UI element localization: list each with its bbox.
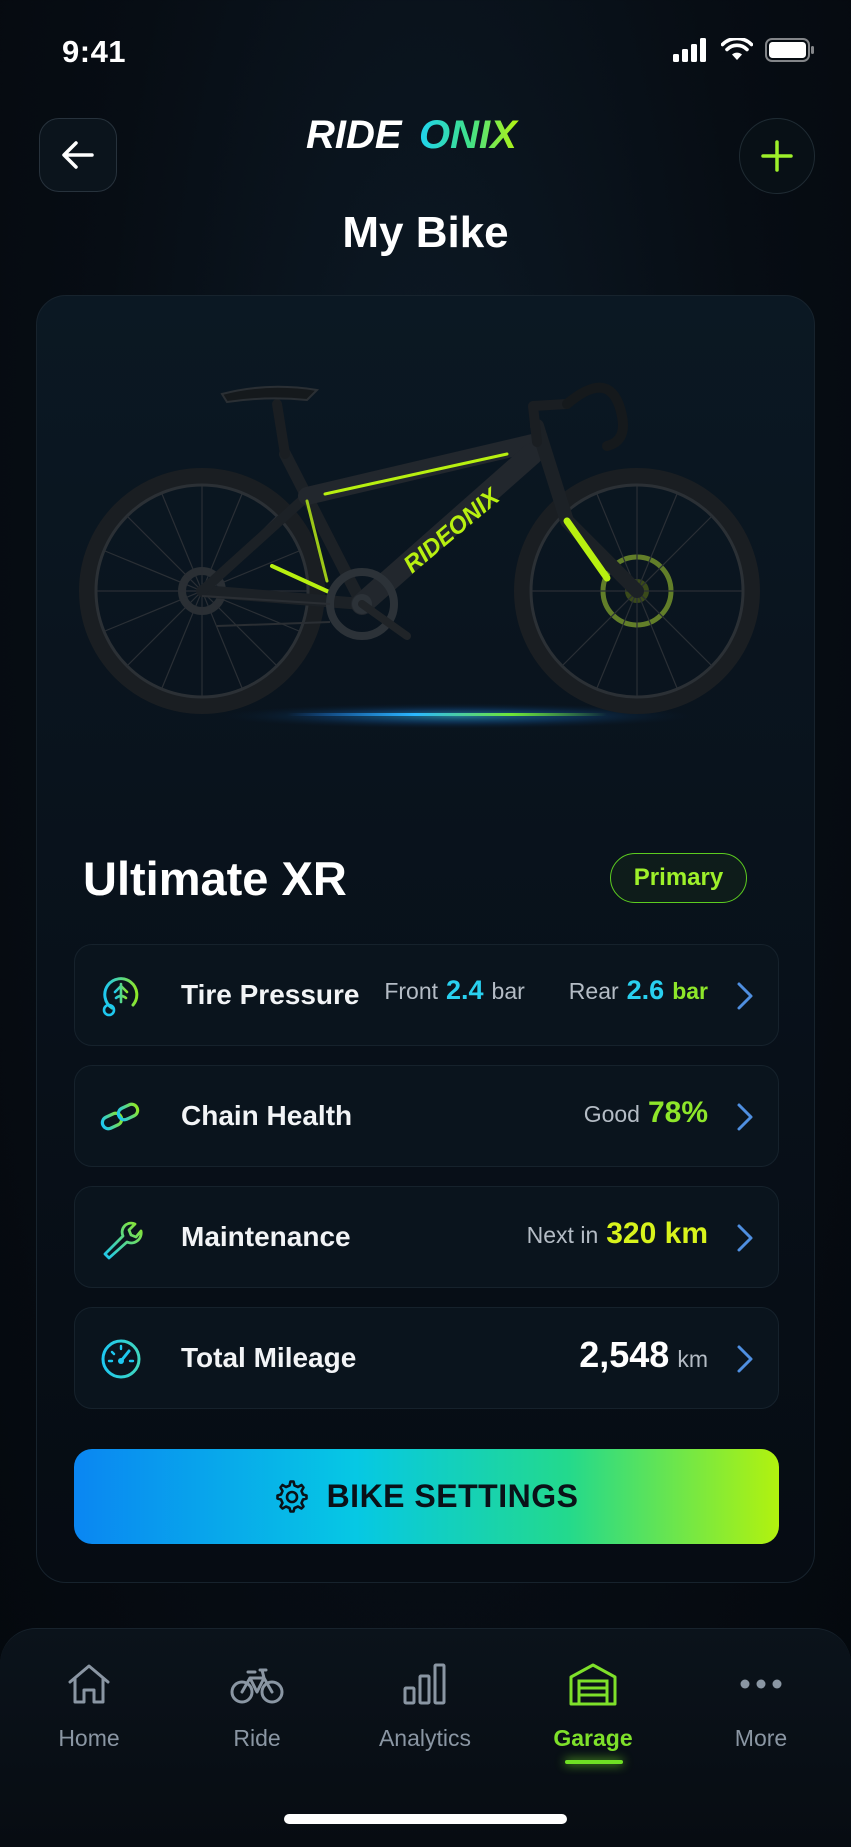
maintenance-values: Next in 320 km <box>527 1217 708 1251</box>
front-label: Front <box>384 978 438 1004</box>
tab-home[interactable]: Home <box>19 1659 159 1752</box>
chain-health-row[interactable]: Chain Health Good 78% <box>74 1065 779 1167</box>
primary-badge: Primary <box>610 853 747 903</box>
maintenance-label: Maintenance <box>181 1221 351 1252</box>
more-dots-icon <box>740 1679 782 1689</box>
tire-pressure-values: Front 2.4 bar Rear 2.6 bar <box>384 975 708 1006</box>
tab-garage[interactable]: Garage <box>523 1659 663 1752</box>
chain-health-values: Good 78% <box>584 1096 708 1130</box>
status-time: 9:41 <box>62 34 127 69</box>
rear-pressure-value: 2.6 <box>626 975 665 1005</box>
total-mileage-unit: km <box>677 1346 708 1372</box>
gear-icon <box>275 1479 308 1513</box>
bike-image: RIDEONIX <box>79 382 760 730</box>
home-icon <box>68 1664 110 1704</box>
total-mileage-values: 2,548 km <box>579 1334 708 1376</box>
tab-analytics[interactable]: Analytics <box>355 1659 495 1752</box>
tire-pressure-row[interactable]: Tire Pressure Front 2.4 bar Rear 2.6 bar <box>74 944 779 1046</box>
chain-health-label: Chain Health <box>181 1100 353 1131</box>
cellular-signal-icon <box>673 38 706 62</box>
wifi-icon <box>721 38 753 60</box>
speedometer-icon <box>101 1339 141 1379</box>
battery-icon <box>765 38 814 62</box>
chain-health-value: 78% <box>647 1096 708 1129</box>
garage-icon <box>569 1663 617 1706</box>
total-mileage-value: 2,548 <box>579 1334 670 1375</box>
wrench-icon <box>103 1221 143 1260</box>
chevron-right-icon <box>737 1224 753 1252</box>
page-title: My Bike <box>342 208 509 257</box>
tab-ride-label: Ride <box>233 1725 281 1751</box>
home-indicator[interactable] <box>284 1814 567 1824</box>
front-pressure-unit: bar <box>491 978 525 1004</box>
tab-home-label: Home <box>58 1725 120 1751</box>
tab-ride[interactable]: Ride <box>187 1659 327 1752</box>
status-bar: 9:41 <box>0 0 851 100</box>
maintenance-prefix: Next in <box>526 1222 599 1248</box>
total-mileage-label: Total Mileage <box>181 1342 357 1373</box>
tire-pressure-icon <box>102 977 139 1017</box>
tire-pressure-label: Tire Pressure <box>181 979 360 1010</box>
brand-logo-ride: RIDE <box>306 113 403 157</box>
bike-settings-label: BIKE SETTINGS <box>326 1478 579 1514</box>
chevron-right-icon <box>737 982 753 1010</box>
chain-status: Good <box>583 1101 640 1127</box>
total-mileage-row[interactable]: Total Mileage 2,548 km <box>74 1307 779 1409</box>
brand-logo-onix: ONIX <box>419 113 519 157</box>
brand-logo: RIDE ONIX <box>0 110 851 165</box>
bike-settings-button[interactable]: BIKE SETTINGS <box>74 1449 779 1544</box>
tab-analytics-label: Analytics <box>378 1725 472 1751</box>
tab-more[interactable]: More <box>691 1659 831 1752</box>
maintenance-row[interactable]: Maintenance Next in 320 km <box>74 1186 779 1288</box>
maintenance-value: 320 km <box>606 1217 708 1250</box>
tab-garage-label: Garage <box>553 1725 633 1751</box>
bike-card: RIDEONIX Ultimate XR Primary Tire Pressu… <box>36 295 815 1583</box>
chevron-right-icon <box>737 1103 753 1131</box>
chevron-right-icon <box>737 1345 753 1373</box>
header: RIDE ONIX My Bike <box>0 110 851 260</box>
bar-chart-icon <box>403 1663 446 1705</box>
rear-pressure-unit: bar <box>672 978 708 1004</box>
tab-more-label: More <box>734 1725 788 1751</box>
frame-brand-text: RIDEONIX <box>399 482 507 579</box>
status-icons <box>673 38 815 62</box>
front-pressure-value: 2.4 <box>446 975 484 1005</box>
plus-icon <box>761 140 793 172</box>
rear-label: Rear <box>568 978 619 1004</box>
chain-link-icon <box>100 1102 140 1131</box>
active-tab-indicator <box>565 1760 623 1764</box>
bicycle-icon <box>230 1668 284 1704</box>
add-bike-button[interactable] <box>739 118 815 194</box>
saddle <box>220 385 320 404</box>
bike-name: Ultimate XR <box>83 852 347 905</box>
